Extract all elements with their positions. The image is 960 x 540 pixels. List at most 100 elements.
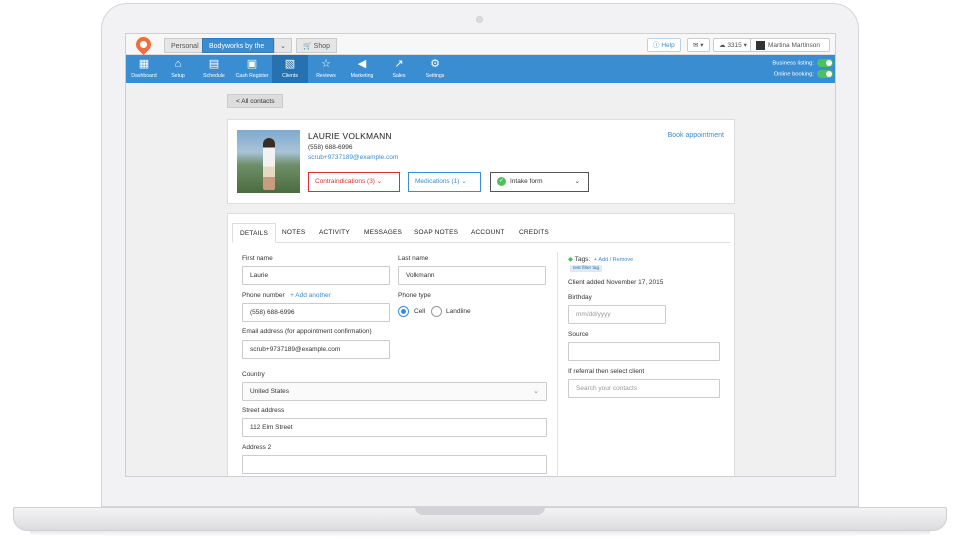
tab-credits[interactable]: CREDITS bbox=[519, 223, 549, 243]
nav-sales[interactable]: ↗ Sales bbox=[381, 55, 417, 83]
nav-dashboard[interactable]: ▦ Dashboard bbox=[126, 55, 162, 83]
tab-shop[interactable]: 🛒 Shop bbox=[296, 38, 338, 53]
cart-icon: 🛒 bbox=[303, 43, 312, 50]
business-listing-label: Business listing: bbox=[772, 60, 814, 67]
nav-label: Sales bbox=[392, 73, 406, 79]
help-icon: ⓘ bbox=[653, 42, 660, 49]
app-screen: Personal Bodyworks by the Bay ⌄ 🛒 Shop ⓘ… bbox=[125, 33, 836, 477]
phone-label-text: Phone number bbox=[242, 292, 285, 299]
source-input[interactable] bbox=[568, 342, 720, 361]
avatar bbox=[756, 40, 765, 50]
intake-form-label: Intake form bbox=[510, 178, 543, 185]
nav-label: Cash Register bbox=[235, 73, 269, 79]
nav-label: Settings bbox=[425, 73, 445, 79]
user-menu[interactable]: Martina Martinson ▾ bbox=[750, 38, 830, 62]
last-name-input[interactable]: Volkmann bbox=[398, 266, 546, 285]
star-icon: ☆ bbox=[321, 58, 331, 70]
online-booking-row: Online booking: bbox=[774, 70, 833, 78]
referral-label: If referral then select client bbox=[568, 368, 645, 375]
online-booking-toggle[interactable] bbox=[817, 70, 833, 78]
country-value: United States bbox=[250, 388, 290, 395]
medications-button[interactable]: Medications (1) ⌄ bbox=[408, 172, 481, 192]
nav-cash-register[interactable]: ▣ Cash Register bbox=[234, 55, 270, 83]
phone-type-label: Phone type bbox=[398, 292, 431, 299]
landline-label: Landline bbox=[446, 308, 471, 315]
column-divider bbox=[557, 252, 558, 476]
add-phone-link[interactable]: + Add another bbox=[290, 292, 331, 299]
phone-input[interactable]: (558) 688-6996 bbox=[242, 303, 390, 322]
chevron-down-icon: ⌄ bbox=[574, 178, 580, 185]
dashboard-icon: ▦ bbox=[138, 58, 150, 70]
laptop-shadow bbox=[30, 531, 930, 537]
mail-icon: ✉ bbox=[693, 42, 699, 49]
client-email-link[interactable]: scrub+9737189@example.com bbox=[308, 154, 398, 161]
client-photo[interactable] bbox=[237, 130, 300, 193]
referral-search-input[interactable]: Search your contacts bbox=[568, 379, 720, 398]
country-select[interactable]: United States ⌄ bbox=[242, 382, 547, 401]
client-name: LAURIE VOLKMANN bbox=[308, 131, 392, 141]
address2-input[interactable] bbox=[242, 455, 547, 474]
tag-chip[interactable]: test filter tag bbox=[570, 265, 603, 272]
count-value: 3315 bbox=[727, 42, 742, 49]
laptop-notch bbox=[415, 507, 545, 515]
nav-clients[interactable]: ▧ Clients bbox=[272, 55, 308, 83]
tab-messages[interactable]: MESSAGES bbox=[364, 223, 402, 243]
camera-icon bbox=[476, 16, 483, 23]
cloud-icon: ☁ bbox=[719, 42, 726, 49]
chevron-down-icon: ⌄ bbox=[280, 43, 286, 50]
tab-personal[interactable]: Personal bbox=[164, 38, 206, 53]
first-name-input[interactable]: Laurie bbox=[242, 266, 390, 285]
add-remove-tags-link[interactable]: + Add / Remove bbox=[594, 257, 633, 263]
business-dropdown-button[interactable]: ⌄ bbox=[274, 38, 292, 53]
email-input[interactable]: scrub+9737189@example.com bbox=[242, 340, 390, 359]
tab-account[interactable]: ACCOUNT bbox=[471, 223, 505, 243]
tab-details[interactable]: DETAILS bbox=[232, 223, 277, 243]
nav-label: Clients bbox=[282, 73, 298, 79]
first-name-label: First name bbox=[242, 255, 273, 262]
count-button[interactable]: ☁ 3315 ▾ bbox=[713, 38, 753, 52]
tags-label: Tags: bbox=[574, 256, 591, 263]
street-label: Street address bbox=[242, 407, 285, 414]
book-appointment-link[interactable]: Book appointment bbox=[668, 132, 724, 139]
nav-settings[interactable]: ⚙ Settings bbox=[417, 55, 453, 83]
help-label: Help bbox=[661, 42, 675, 49]
last-name-label: Last name bbox=[398, 255, 429, 262]
details-tabs: DETAILS NOTES ACTIVITY MESSAGES SOAP NOT… bbox=[232, 219, 730, 243]
cell-radio[interactable] bbox=[398, 306, 409, 317]
cell-label: Cell bbox=[414, 308, 426, 315]
tab-notes[interactable]: NOTES bbox=[282, 223, 305, 243]
birthday-label: Birthday bbox=[568, 294, 592, 301]
online-booking-label: Online booking: bbox=[773, 71, 814, 78]
calendar-icon: ▤ bbox=[208, 58, 220, 70]
tab-soap-notes[interactable]: SOAP NOTES bbox=[414, 223, 458, 243]
street-input[interactable]: 112 Elm Street bbox=[242, 418, 547, 437]
nav-marketing[interactable]: ◀ Marketing bbox=[344, 55, 380, 83]
nav-setup[interactable]: ⌂ Setup bbox=[160, 55, 196, 83]
business-listing-toggle[interactable] bbox=[817, 59, 833, 67]
tab-business[interactable]: Bodyworks by the Bay bbox=[202, 38, 274, 65]
megaphone-icon: ◀ bbox=[357, 58, 367, 70]
client-phone: (558) 688-6996 bbox=[308, 144, 353, 151]
contraindications-button[interactable]: Contraindications (3) ⌄ bbox=[308, 172, 400, 192]
tag-icon: ◆ bbox=[568, 256, 573, 263]
all-contacts-button[interactable]: < All contacts bbox=[227, 94, 284, 108]
birthday-input[interactable]: mm/dd/yyyy bbox=[568, 305, 666, 324]
tab-activity[interactable]: ACTIVITY bbox=[319, 223, 350, 243]
nav-label: Schedule bbox=[203, 73, 225, 79]
help-button[interactable]: ⓘ Help bbox=[647, 38, 681, 52]
tab-shop-label: Shop bbox=[313, 43, 331, 50]
nav-schedule[interactable]: ▤ Schedule bbox=[196, 55, 232, 83]
business-listing-row: Business listing: bbox=[772, 59, 833, 67]
user-name: Martina Martinson bbox=[768, 42, 821, 49]
contraindications-label: Contraindications (3) bbox=[315, 178, 375, 185]
setup-icon: ⌂ bbox=[174, 58, 182, 70]
source-label: Source bbox=[568, 331, 589, 338]
chart-icon: ↗ bbox=[394, 58, 404, 70]
phone-label: Phone number + Add another bbox=[242, 292, 331, 299]
landline-radio[interactable] bbox=[431, 306, 442, 317]
nav-reviews[interactable]: ☆ Reviews bbox=[308, 55, 344, 83]
chevron-down-icon: ⌄ bbox=[461, 178, 467, 185]
chevron-down-icon: ⌄ bbox=[533, 388, 539, 395]
mail-button[interactable]: ✉ ▾ bbox=[687, 38, 710, 52]
intake-form-button[interactable]: ✓ Intake form ⌄ bbox=[490, 172, 589, 192]
